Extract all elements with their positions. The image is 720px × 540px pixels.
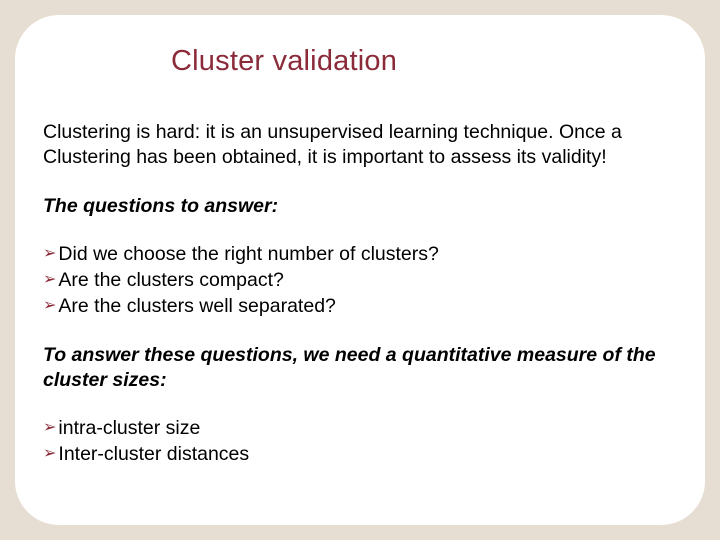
list-item-text: Are the clusters compact?	[58, 267, 283, 293]
list-item: ➢ Are the clusters compact?	[43, 267, 677, 293]
list-item: ➢ Are the clusters well separated?	[43, 293, 677, 319]
questions-list: ➢ Did we choose the right number of clus…	[43, 241, 677, 319]
list-item-text: intra-cluster size	[58, 415, 200, 441]
intro-paragraph: Clustering is hard: it is an unsupervise…	[43, 120, 677, 170]
list-item: ➢ Did we choose the right number of clus…	[43, 241, 677, 267]
bullet-icon: ➢	[43, 241, 56, 267]
bullet-icon: ➢	[43, 441, 56, 467]
slide-card: Cluster validation Clustering is hard: i…	[15, 15, 705, 525]
slide-title: Cluster validation	[171, 45, 677, 78]
bullet-icon: ➢	[43, 415, 56, 441]
bullet-icon: ➢	[43, 267, 56, 293]
list-item-text: Did we choose the right number of cluste…	[58, 241, 438, 267]
subheading-measures: To answer these questions, we need a qua…	[43, 343, 677, 393]
measures-list: ➢ intra-cluster size ➢ Inter-cluster dis…	[43, 415, 677, 467]
list-item: ➢ intra-cluster size	[43, 415, 677, 441]
subheading-questions: The questions to answer:	[43, 194, 677, 219]
list-item-text: Are the clusters well separated?	[58, 293, 335, 319]
list-item-text: Inter-cluster distances	[58, 441, 249, 467]
bullet-icon: ➢	[43, 293, 56, 319]
list-item: ➢ Inter-cluster distances	[43, 441, 677, 467]
